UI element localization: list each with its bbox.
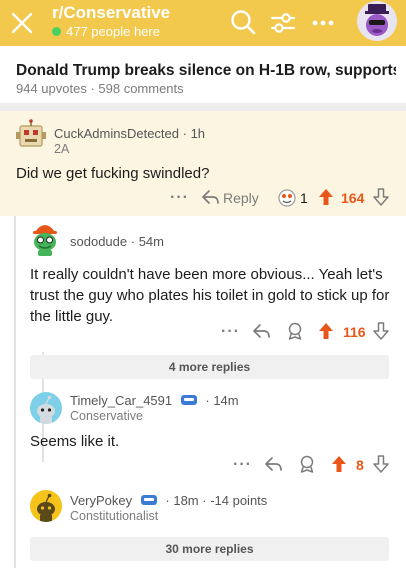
divider xyxy=(0,103,406,111)
search-icon[interactable] xyxy=(229,8,257,36)
comment-time: · 54m xyxy=(130,234,164,249)
award-icon[interactable] xyxy=(286,322,304,340)
comment-username[interactable]: Timely_Car_4591 xyxy=(70,393,172,408)
comment-username[interactable]: VeryPokey xyxy=(70,493,132,508)
snoo-avatar-icon xyxy=(33,225,57,256)
reply-icon[interactable] xyxy=(265,456,283,472)
filter-icon[interactable] xyxy=(269,9,297,37)
upvote-icon[interactable] xyxy=(318,188,334,206)
comment-body: Seems like it. xyxy=(30,433,120,450)
upvote-icon[interactable] xyxy=(331,455,347,473)
comment-username[interactable]: CuckAdminsDetected xyxy=(54,126,179,141)
comment-author[interactable]: CuckAdminsDetected · 1h xyxy=(54,126,205,141)
online-count: 477 people here xyxy=(52,24,160,39)
comment-time: · 14m xyxy=(205,393,239,408)
snoo-avatar-icon xyxy=(37,493,55,522)
collectible-avatar-icon xyxy=(180,395,197,405)
vote-count: 8 xyxy=(356,457,364,473)
downvote-icon[interactable] xyxy=(373,322,389,340)
upvote-icon[interactable] xyxy=(318,322,334,340)
comment-avatar[interactable] xyxy=(14,118,48,152)
user-flair: 2A xyxy=(54,142,70,156)
more-options-button[interactable]: ··· xyxy=(221,323,240,341)
comment-avatar[interactable] xyxy=(28,220,62,256)
award-count: 1 xyxy=(300,190,308,206)
robot-avatar-icon xyxy=(16,119,46,147)
post-meta: 944 upvotes · 598 comments xyxy=(16,81,184,96)
more-options-button[interactable]: ··· xyxy=(233,456,252,474)
more-options-button[interactable]: ··· xyxy=(170,189,189,207)
downvote-icon[interactable] xyxy=(373,455,389,473)
comment-body: Did we get fucking swindled? xyxy=(16,165,210,182)
comment-author[interactable]: VeryPokey · 18m · -14 points xyxy=(70,493,267,508)
reply-button[interactable]: Reply xyxy=(223,190,259,206)
more-replies-button[interactable]: 4 more replies xyxy=(30,355,389,379)
comment-body: It really couldn't have been more obviou… xyxy=(30,266,390,325)
online-dot-icon xyxy=(52,27,61,36)
thread-line[interactable] xyxy=(14,216,16,568)
vote-count: 164 xyxy=(341,190,365,206)
subreddit-header: r/Conservative 477 people here xyxy=(0,0,406,46)
comment-time: · 18m · -14 points xyxy=(165,493,268,508)
comment-time: · 1h xyxy=(182,126,206,141)
comment-avatar[interactable] xyxy=(30,490,62,522)
vote-count: 116 xyxy=(343,324,366,340)
collectible-avatar-icon xyxy=(140,495,157,505)
online-count-text: 477 people here xyxy=(66,24,160,39)
close-icon[interactable] xyxy=(8,9,36,37)
award-icon[interactable] xyxy=(277,188,297,208)
user-flair: Constitutionalist xyxy=(70,509,159,523)
downvote-icon[interactable] xyxy=(373,188,389,206)
comment-avatar[interactable] xyxy=(30,392,62,424)
snoo-avatar-icon xyxy=(37,395,55,424)
reply-icon[interactable] xyxy=(202,189,220,205)
reply-icon[interactable] xyxy=(253,323,271,339)
post-title[interactable]: Donald Trump breaks silence on H-1B row,… xyxy=(16,62,396,80)
comment-author[interactable]: Timely_Car_4591 · 14m xyxy=(70,393,239,408)
subreddit-name[interactable]: r/Conservative xyxy=(52,3,170,23)
more-icon[interactable] xyxy=(309,9,337,37)
more-replies-button[interactable]: 30 more replies xyxy=(30,537,389,561)
comment-author[interactable]: sododude · 54m xyxy=(70,234,164,249)
user-flair: Conservative xyxy=(70,409,143,423)
comment-username[interactable]: sododude xyxy=(70,234,127,249)
award-icon[interactable] xyxy=(298,455,316,473)
user-avatar[interactable] xyxy=(357,1,397,41)
avatar-icon xyxy=(365,4,389,36)
